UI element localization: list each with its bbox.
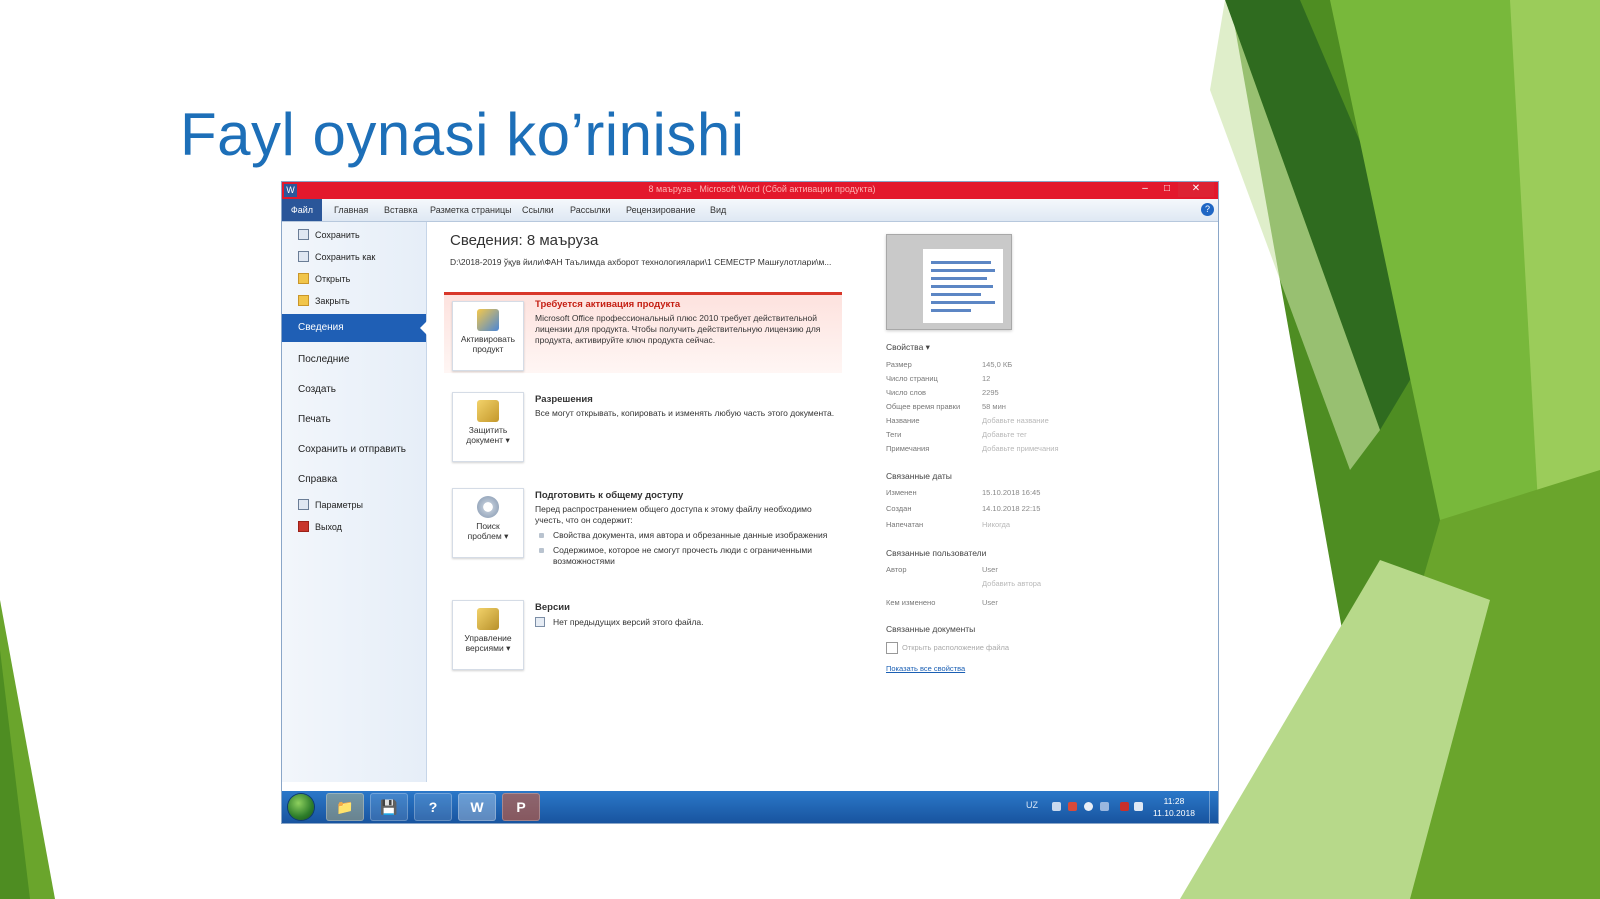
language-indicator[interactable]: UZ	[1026, 800, 1038, 810]
backstage-sidebar: Сохранить Сохранить как Открыть Закрыть …	[282, 222, 427, 782]
taskbar-explorer[interactable]: 📁	[326, 793, 364, 821]
versions-heading: Версии	[535, 602, 570, 613]
slide-title: Fayl oynasi ko’rinishi	[180, 101, 745, 168]
volume-icon[interactable]	[1134, 802, 1143, 811]
properties-header[interactable]: Свойства ▾	[886, 342, 930, 353]
tray-alert-icon[interactable]	[1120, 802, 1129, 811]
sidebar-item-info[interactable]: Сведения	[282, 314, 427, 342]
activation-section: Активировать продукт Требуется активация…	[444, 292, 842, 373]
activate-key-icon	[477, 309, 499, 331]
sidebar-item-help[interactable]: Справка	[282, 466, 426, 494]
activation-text: Microsoft Office профессиональный плюс 2…	[535, 313, 821, 345]
check-issues-button[interactable]: Поиск проблем ▾	[452, 488, 524, 558]
related-dates-header: Связанные даты	[886, 471, 952, 481]
permissions-section: Защитить документ ▾ Разрешения Все могут…	[444, 392, 842, 468]
options-icon	[298, 499, 309, 510]
start-button[interactable]	[288, 794, 314, 820]
prepare-bullet-accessibility: Содержимое, которое не смогут прочесть л…	[539, 545, 843, 567]
related-documents-header: Связанные документы	[886, 624, 976, 634]
versions-section: Управление версиями ▾ Версии Нет предыду…	[444, 600, 842, 670]
versions-icon	[477, 608, 499, 630]
tray-arrow-icon[interactable]	[1052, 802, 1061, 811]
sidebar-item-save[interactable]: Сохранить	[282, 225, 426, 245]
save-as-icon	[298, 251, 309, 262]
close-folder-icon	[298, 295, 309, 306]
taskbar-help[interactable]: ?	[414, 793, 452, 821]
help-icon[interactable]: ?	[1201, 203, 1214, 216]
taskbar-word[interactable]: W	[458, 793, 496, 821]
tab-view[interactable]: Вид	[706, 202, 730, 219]
sidebar-item-save-send[interactable]: Сохранить и отправить	[282, 436, 426, 464]
tab-page-layout[interactable]: Разметка страницы	[426, 202, 516, 219]
tab-review[interactable]: Рецензирование	[622, 202, 700, 219]
close-button[interactable]: ✕	[1178, 182, 1214, 197]
tray-power-icon[interactable]	[1100, 802, 1109, 811]
prepare-section: Поиск проблем ▾ Подготовить к общему дос…	[444, 488, 842, 584]
lock-icon	[477, 400, 499, 422]
title-bar: W 8 маъруза - Microsoft Word (Сбой актив…	[282, 182, 1218, 199]
sidebar-item-recent[interactable]: Последние	[282, 346, 426, 374]
open-file-location-link[interactable]: Открыть расположение файла	[902, 643, 1009, 652]
tab-insert[interactable]: Вставка	[380, 202, 421, 219]
permissions-heading: Разрешения	[535, 394, 593, 405]
protect-document-button[interactable]: Защитить документ ▾	[452, 392, 524, 462]
open-folder-icon	[298, 273, 309, 284]
word-app-icon[interactable]: W	[284, 184, 297, 197]
manage-versions-button[interactable]: Управление версиями ▾	[452, 600, 524, 670]
tray-network-icon[interactable]	[1084, 802, 1093, 811]
tab-references[interactable]: Ссылки	[518, 202, 558, 219]
sidebar-item-print[interactable]: Печать	[282, 406, 426, 434]
inspect-document-icon	[477, 496, 499, 518]
permissions-text: Все могут открывать, копировать и изменя…	[535, 408, 835, 418]
window-title: 8 маъруза - Microsoft Word (Сбой активац…	[648, 184, 876, 194]
sidebar-item-open[interactable]: Открыть	[282, 269, 426, 289]
versions-text: Нет предыдущих версий этого файла.	[553, 617, 704, 627]
sidebar-item-exit[interactable]: Выход	[282, 517, 426, 537]
tab-mailings[interactable]: Рассылки	[566, 202, 614, 219]
taskbar-save-app[interactable]: 💾	[370, 793, 408, 821]
prepare-text: Перед распространением общего доступа к …	[535, 504, 812, 525]
sidebar-item-new[interactable]: Создать	[282, 376, 426, 404]
file-path: D:\2018-2019 ўқув йили\ФАН Таълимда ахбо…	[450, 257, 832, 267]
word-window: W 8 маъруза - Microsoft Word (Сбой актив…	[282, 182, 1218, 823]
show-all-properties-link[interactable]: Показать все свойства	[886, 664, 965, 673]
sidebar-item-options[interactable]: Параметры	[282, 495, 426, 515]
taskbar-clock[interactable]: 11:28 11.10.2018	[1144, 795, 1204, 819]
sidebar-item-close[interactable]: Закрыть	[282, 291, 426, 311]
exit-icon	[298, 521, 309, 532]
show-desktop-button[interactable]	[1209, 791, 1218, 823]
activate-product-button[interactable]: Активировать продукт	[452, 301, 524, 371]
ribbon-tabs: Файл Главная Вставка Разметка страницы С…	[282, 199, 1218, 222]
taskbar-powerpoint[interactable]: P	[502, 793, 540, 821]
tray-flag-icon[interactable]	[1068, 802, 1077, 811]
prepare-bullet-properties: Свойства документа, имя автора и обрезан…	[539, 530, 843, 541]
save-icon	[298, 229, 309, 240]
prepare-heading: Подготовить к общему доступу	[535, 490, 684, 501]
windows-taskbar: 📁 💾 ? W P UZ 11:28 11.10.2018	[282, 791, 1218, 823]
info-title: Сведения: 8 маъруза	[450, 232, 599, 249]
activation-heading: Требуется активация продукта	[535, 299, 681, 310]
sidebar-item-save-as[interactable]: Сохранить как	[282, 247, 426, 267]
clock-time: 11:28	[1163, 796, 1185, 806]
maximize-button[interactable]: □	[1156, 182, 1178, 197]
minimize-button[interactable]: –	[1134, 182, 1156, 197]
clock-date: 11.10.2018	[1153, 808, 1195, 818]
version-document-icon	[535, 617, 545, 627]
open-location-icon	[886, 642, 898, 654]
related-people-header: Связанные пользователи	[886, 548, 987, 558]
tab-file[interactable]: Файл	[282, 199, 322, 221]
document-thumbnail	[886, 234, 1012, 330]
thumbnail-page	[923, 249, 1003, 323]
tab-home[interactable]: Главная	[330, 202, 372, 219]
